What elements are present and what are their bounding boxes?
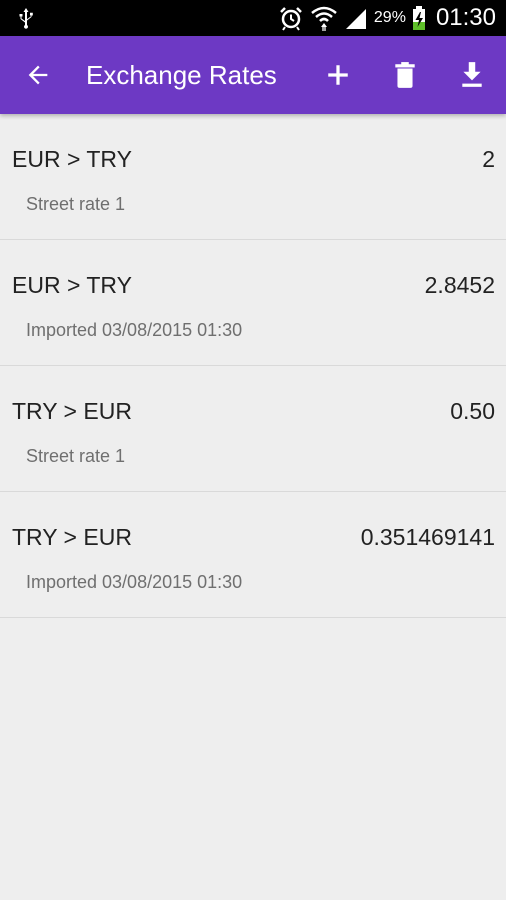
status-bar: 29% 01:30 xyxy=(0,0,506,36)
currency-pair: TRY > EUR xyxy=(12,524,132,550)
page-title: Exchange Rates xyxy=(86,60,277,90)
rate-row[interactable]: EUR > TRY 2.8452 Imported 03/08/2015 01:… xyxy=(0,240,506,366)
wifi-icon xyxy=(311,6,337,31)
battery-percent: 29% xyxy=(373,9,406,26)
usb-icon xyxy=(19,8,33,29)
add-icon xyxy=(328,65,348,85)
rate-source: Imported 03/08/2015 01:30 xyxy=(26,320,243,340)
rate-row[interactable]: TRY > EUR 0.351469141 Imported 03/08/201… xyxy=(0,492,506,618)
status-clock: 01:30 xyxy=(435,4,496,31)
back-button[interactable] xyxy=(22,59,54,91)
rate-value: 0.50 xyxy=(450,398,495,424)
rate-value: 0.351469141 xyxy=(360,524,495,550)
rates-list: EUR > TRY 2 Street rate 1 EUR > TRY 2.84… xyxy=(0,114,506,618)
rate-row[interactable]: EUR > TRY 2 Street rate 1 xyxy=(0,114,506,240)
currency-pair: EUR > TRY xyxy=(12,146,132,172)
battery-charging-icon xyxy=(412,6,425,30)
currency-pair: TRY > EUR xyxy=(12,398,132,424)
trash-icon xyxy=(395,62,415,88)
signal-icon xyxy=(345,9,366,29)
rate-source: Street rate 1 xyxy=(26,446,126,466)
rate-value: 2 xyxy=(482,146,495,172)
alarm-icon xyxy=(280,7,302,31)
rate-value: 2.8452 xyxy=(424,272,495,298)
delete-button[interactable] xyxy=(387,57,423,93)
add-rate-button[interactable] xyxy=(320,57,356,93)
back-arrow-icon xyxy=(28,65,48,85)
app-bar: Exchange Rates xyxy=(0,36,506,114)
download-icon xyxy=(462,62,482,87)
rate-source: Street rate 1 xyxy=(26,194,126,214)
download-button[interactable] xyxy=(454,57,490,93)
currency-pair: EUR > TRY xyxy=(12,272,132,298)
rate-source: Imported 03/08/2015 01:30 xyxy=(26,572,243,592)
status-icons: 29% 01:30 xyxy=(278,0,496,36)
rate-row[interactable]: TRY > EUR 0.50 Street rate 1 xyxy=(0,366,506,492)
